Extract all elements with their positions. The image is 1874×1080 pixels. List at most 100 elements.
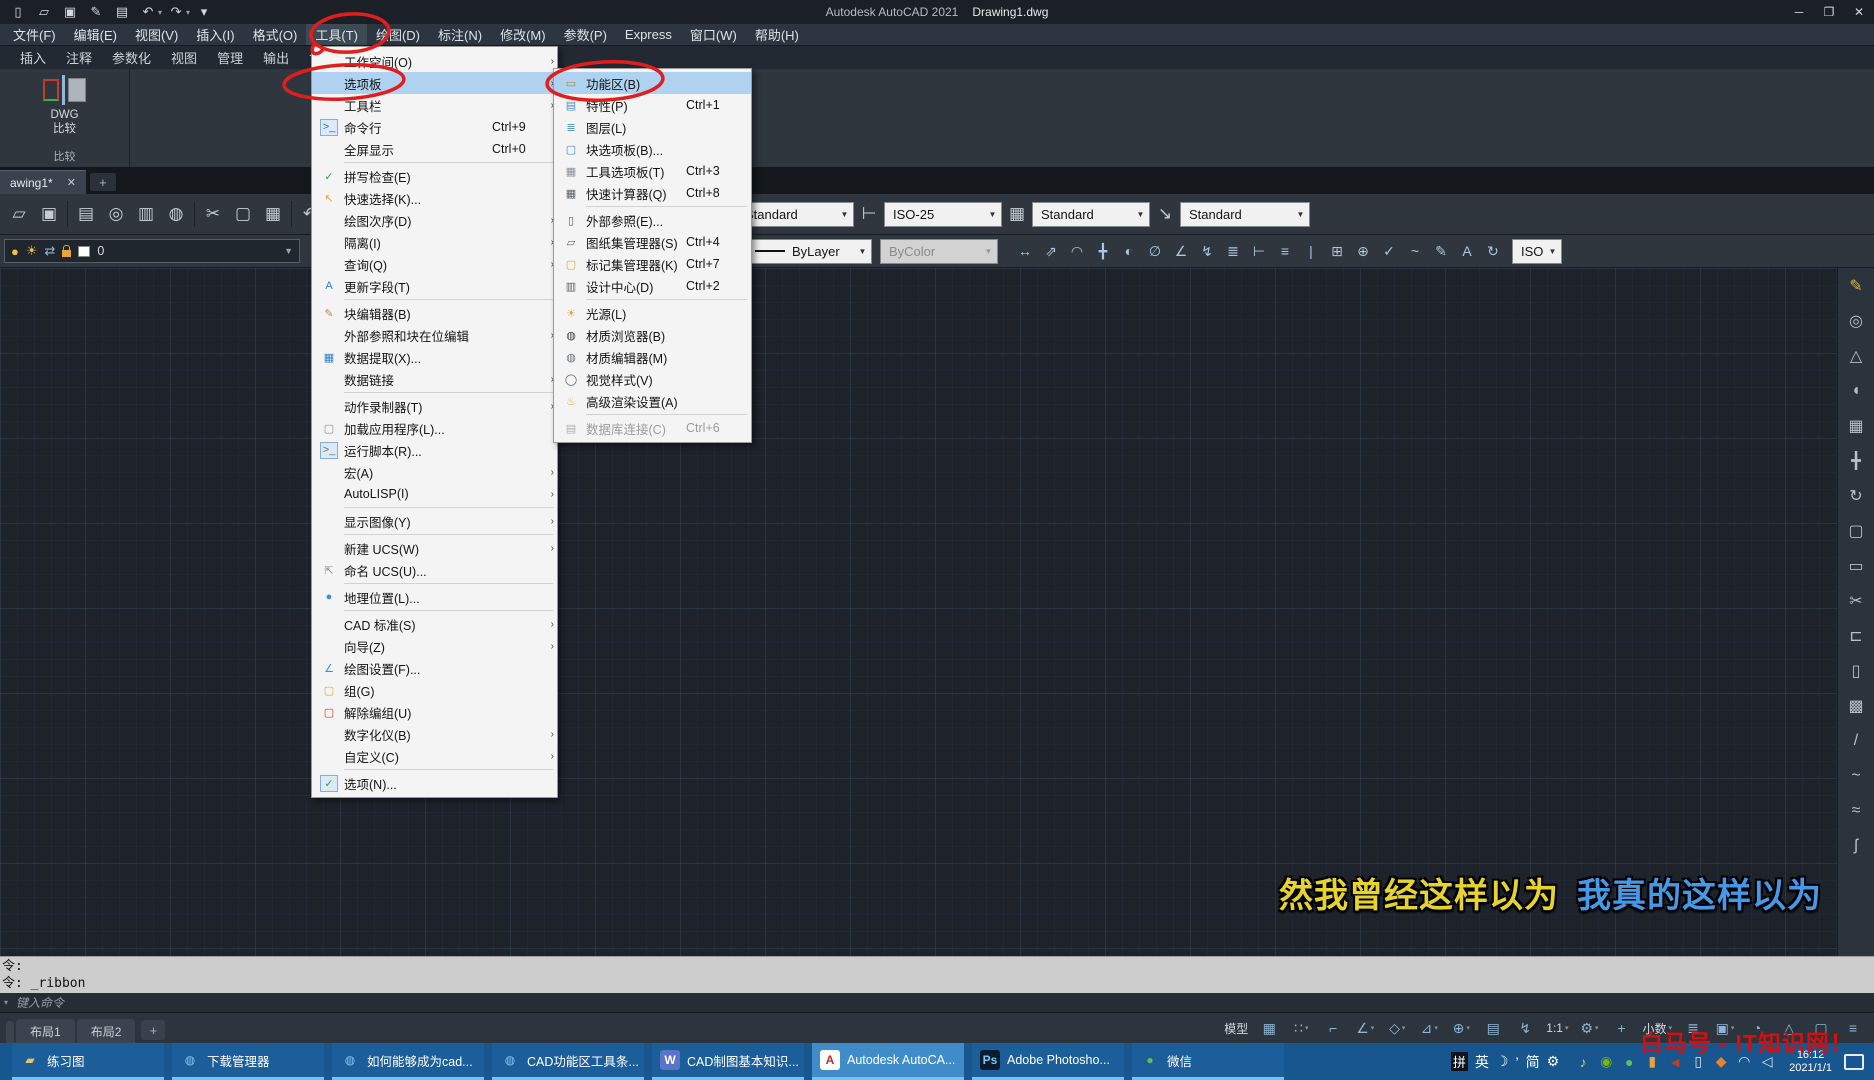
smooth-object-icon[interactable]: ✎ — [1842, 272, 1870, 300]
menubar-item-7[interactable]: 绘图(D) — [367, 24, 429, 45]
dim-style-combo[interactable]: ISO-25▼ — [884, 202, 1002, 227]
polar-tracking-icon[interactable]: ∠▾ — [1350, 1016, 1380, 1040]
command-dropdown-icon[interactable]: ▾ — [4, 998, 8, 1007]
drawing-canvas[interactable]: ✎◎△◖▦╋↻▢▭✂⊏▯▩/~≈ʃ 然我曾经这样以为我真的这样以为 — [0, 268, 1874, 956]
tools-menu-item-11[interactable]: 查询(Q)› — [312, 253, 557, 275]
palettes-submenu-item-10[interactable]: ▢标记集管理器(K)Ctrl+7 — [554, 253, 751, 275]
tools-menu-item-28[interactable]: ⇱命名 UCS(U)... — [312, 559, 557, 581]
palettes-submenu-item-14[interactable]: ◍材质浏览器(B) — [554, 324, 751, 346]
plot-preview-icon[interactable]: ◎ — [101, 199, 131, 229]
undo-icon-dropdown[interactable]: ▾ — [158, 8, 162, 17]
table-style-combo-arrow-icon[interactable]: ▼ — [1132, 210, 1149, 219]
layout-tab-2[interactable]: 布局2 — [77, 1019, 136, 1043]
dim-check-icon[interactable]: ✓ — [1376, 239, 1402, 263]
menubar-item-6[interactable]: 工具(T) — [306, 24, 367, 45]
snap-mode-icon-dropdown-icon[interactable]: ▾ — [1305, 1024, 1309, 1032]
palettes-submenu-item-6[interactable]: ▦快速计算器(Q)Ctrl+8 — [554, 182, 751, 204]
ime-item-2[interactable]: 英 — [1475, 1052, 1489, 1072]
taskbar-photoshop-button[interactable]: PsAdobe Photosho... — [972, 1043, 1124, 1080]
ime-item-4[interactable]: ’ — [1515, 1054, 1518, 1070]
taskbar-wps-button[interactable]: WCAD制图基本知识... — [652, 1043, 804, 1080]
annotation-scale-button-dropdown-icon[interactable]: ▾ — [1565, 1024, 1569, 1032]
quick-dimension-icon[interactable]: ↯ — [1194, 239, 1220, 263]
annotation-visibility-icon[interactable]: ↯ — [1510, 1016, 1540, 1040]
tools-menu-item-38[interactable]: 自定义(C)› — [312, 745, 557, 767]
annotation-monitor-icon[interactable]: + — [1606, 1016, 1636, 1040]
triangle-tool-icon[interactable]: △ — [1842, 342, 1870, 370]
cut-icon[interactable]: ✂ — [198, 199, 228, 229]
extract-edge-icon[interactable]: ▭ — [1842, 552, 1870, 580]
table-style-icon[interactable]: ▦ — [1002, 199, 1032, 229]
save-as-icon[interactable]: ✎ — [84, 2, 108, 22]
tools-menu-item-37[interactable]: 数字化仪(B)› — [312, 723, 557, 745]
grid-tool-icon[interactable]: ▦ — [1842, 412, 1870, 440]
new-file-icon[interactable]: ▯ — [6, 2, 30, 22]
music-tray-icon[interactable]: ♪ — [1573, 1054, 1593, 1070]
menubar-item-1[interactable]: 文件(F) — [4, 24, 65, 45]
tools-menu-item-8[interactable]: ↖快速选择(K)... — [312, 187, 557, 209]
layer-freeze-icon[interactable]: ☀ — [26, 243, 38, 259]
text-style-combo[interactable]: Standard▼ — [736, 202, 854, 227]
new-file-tab-button[interactable]: + — [90, 173, 116, 191]
open-file-icon[interactable]: ▱ — [32, 2, 56, 22]
ime-item-3[interactable]: ☽ — [1496, 1053, 1509, 1070]
overlap-tool-icon[interactable]: ▩ — [1842, 692, 1870, 720]
redo-icon-dropdown[interactable]: ▾ — [186, 8, 190, 17]
snap-mode-icon[interactable]: ∷▾ — [1286, 1016, 1316, 1040]
taskbar-folder-button[interactable]: ▰练习图 — [12, 1043, 164, 1080]
dim-update-icon[interactable]: ↻ — [1480, 239, 1506, 263]
taskbar-download-manager-button[interactable]: ◍下载管理器 — [172, 1043, 324, 1080]
palettes-submenu-item-15[interactable]: ◍材质编辑器(M) — [554, 346, 751, 368]
polyline-tool-icon[interactable]: ~ — [1842, 762, 1870, 790]
menubar-item-8[interactable]: 标注(N) — [429, 24, 491, 45]
ribbon-tab-3[interactable]: 参数化 — [102, 46, 161, 69]
baseline-icon[interactable]: ≣ — [1220, 239, 1246, 263]
half-shape-icon[interactable]: ◖ — [1842, 377, 1870, 405]
tools-menu-item-10[interactable]: 隔离(I)› — [312, 231, 557, 253]
tools-menu-item-17[interactable]: 数据链接› — [312, 368, 557, 390]
tools-menu-item-32[interactable]: CAD 标准(S)› — [312, 613, 557, 635]
palettes-submenu-item-5[interactable]: ▦工具选项板(T)Ctrl+3 — [554, 160, 751, 182]
tools-menu-item-25[interactable]: 显示图像(Y)› — [312, 510, 557, 532]
curve-tool-icon[interactable]: ≈ — [1842, 797, 1870, 825]
tools-menu-item-12[interactable]: A更新字段(T) — [312, 275, 557, 297]
open-folder-icon[interactable]: ▱ — [4, 199, 34, 229]
tools-menu-item-35[interactable]: ▢组(G) — [312, 679, 557, 701]
tools-menu-item-36[interactable]: ▢解除编组(U) — [312, 701, 557, 723]
ribbon-tab-2[interactable]: 注释 — [56, 46, 102, 69]
dim-style-icon[interactable]: ⊢ — [854, 199, 884, 229]
palettes-submenu-item-17[interactable]: ♨高级渲染设置(A) — [554, 390, 751, 412]
layer-combo-arrow-icon[interactable]: ▼ — [284, 246, 293, 256]
menubar-item-13[interactable]: 帮助(H) — [746, 24, 808, 45]
linetype-combo-arrow-icon[interactable]: ▼ — [854, 247, 871, 256]
palettes-submenu-item-1[interactable]: ▭功能区(B) — [554, 72, 751, 94]
menubar-item-2[interactable]: 编辑(E) — [65, 24, 126, 45]
circle-tool-icon[interactable]: ◎ — [1842, 307, 1870, 335]
dim-style-partial-combo-arrow-icon[interactable]: ▼ — [1544, 247, 1561, 256]
polar-tracking-icon-dropdown-icon[interactable]: ▾ — [1371, 1024, 1375, 1032]
palettes-submenu-item-3[interactable]: ≣图层(L) — [554, 116, 751, 138]
tools-menu-item-5[interactable]: 全屏显示Ctrl+0 — [312, 138, 557, 160]
tools-menu-item-1[interactable]: 工作空间(O)› — [312, 50, 557, 72]
isodraft-icon-dropdown-icon[interactable]: ▾ — [1402, 1024, 1406, 1032]
layout-tab-1[interactable]: 布局1 — [16, 1019, 75, 1043]
object-snap-tracking-icon-dropdown-icon[interactable]: ▾ — [1434, 1024, 1438, 1032]
tools-menu-item-15[interactable]: 外部参照和块在位编辑› — [312, 324, 557, 346]
layer-on-icon[interactable]: ● — [11, 244, 19, 259]
dwg-compare-panel[interactable]: DWG 比较 比较 — [0, 69, 130, 167]
paste-icon[interactable]: ▦ — [258, 199, 288, 229]
dim-text-icon[interactable]: A — [1454, 239, 1480, 263]
ribbon-tab-5[interactable]: 管理 — [207, 46, 253, 69]
close-button[interactable]: ✕ — [1844, 0, 1874, 24]
mleader-style-combo[interactable]: Standard▼ — [1180, 202, 1310, 227]
ime-item-6[interactable]: ⚙ — [1547, 1053, 1560, 1070]
layer-combo[interactable]: ●☀⇄0▼ — [4, 239, 300, 263]
dim-style-combo-arrow-icon[interactable]: ▼ — [984, 210, 1001, 219]
copy-icon[interactable]: ▢ — [228, 199, 258, 229]
tools-menu-item-14[interactable]: ✎块编辑器(B) — [312, 302, 557, 324]
tools-menu-item-3[interactable]: 工具栏› — [312, 94, 557, 116]
wechat-tray-icon[interactable]: ● — [1619, 1054, 1639, 1070]
tools-menu-item-40[interactable]: ✓选项(N)... — [312, 772, 557, 794]
object-snap-icon-dropdown-icon[interactable]: ▾ — [1466, 1024, 1470, 1032]
table-style-combo[interactable]: Standard▼ — [1032, 202, 1150, 227]
